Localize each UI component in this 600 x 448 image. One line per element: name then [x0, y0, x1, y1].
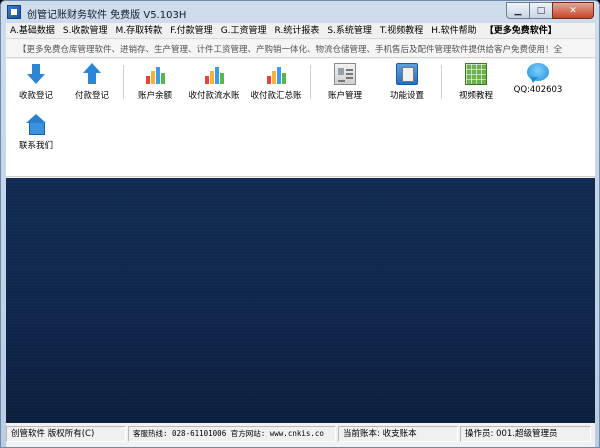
summary-ledger-label: 收付款汇总账	[250, 91, 302, 101]
function-settings-label: 功能设置	[389, 91, 424, 101]
account-management-label: 账户管理	[327, 91, 362, 101]
maximize-button[interactable]: □	[529, 2, 553, 19]
qq-contact-button[interactable]: QQ:402603	[507, 61, 569, 103]
close-button[interactable]: ✕	[552, 2, 594, 19]
receipt-entry-button[interactable]: 收款登记	[8, 61, 64, 103]
bar-chart-icon	[144, 63, 166, 85]
menu-payment[interactable]: F.付款管理	[166, 23, 217, 39]
bar-chart-icon	[203, 63, 225, 85]
menu-deposit-transfer[interactable]: M.存取转款	[111, 23, 166, 39]
status-current-account: 当前账本: 收支账本	[338, 426, 458, 442]
menu-receipt[interactable]: S.收款管理	[59, 23, 112, 39]
mdi-workspace	[6, 178, 595, 423]
app-window: 创管记账财务软件 免费版 V5.103H ▁ □ ✕ A.基础数据 S.收款管理…	[0, 0, 600, 448]
app-logo-icon	[7, 5, 21, 19]
account-balance-label: 账户余额	[137, 91, 172, 101]
payment-entry-label: 付款登记	[74, 91, 109, 101]
menu-salary[interactable]: G.工资管理	[217, 23, 271, 39]
window-controls: ▁ □ ✕	[506, 2, 594, 19]
transaction-ledger-label: 收付款流水账	[188, 91, 240, 101]
menu-more-free-software[interactable]: 【更多免费软件】	[481, 23, 561, 39]
contact-us-label: 联系我们	[18, 141, 53, 151]
spreadsheet-icon	[465, 63, 487, 85]
menu-bar: A.基础数据 S.收款管理 M.存取转款 F.付款管理 G.工资管理 R.统计报…	[6, 23, 595, 39]
window-title: 创管记账财务软件 免费版 V5.103H	[27, 10, 187, 21]
receipt-entry-label: 收款登记	[18, 91, 53, 101]
summary-ledger-button[interactable]: 收付款汇总账	[245, 61, 307, 103]
transaction-ledger-button[interactable]: 收付款流水账	[183, 61, 245, 103]
arrow-down-icon	[25, 63, 47, 85]
home-icon	[25, 113, 47, 135]
client-area: A.基础数据 S.收款管理 M.存取转款 F.付款管理 G.工资管理 R.统计报…	[6, 23, 595, 447]
menu-basic-data[interactable]: A.基础数据	[6, 23, 59, 39]
menu-system[interactable]: S.系统管理	[323, 23, 376, 39]
status-bar: 创管软件 版权所有(C) 客服热线: 028-61101006 官方网站: ww…	[6, 425, 595, 443]
account-management-button[interactable]: 账户管理	[314, 61, 376, 103]
chat-bubble-icon	[527, 63, 549, 83]
menu-reports[interactable]: R.统计报表	[271, 23, 324, 39]
toolbar-separator	[441, 65, 442, 99]
video-tutorial-label: 视频教程	[458, 91, 493, 101]
toolbar-row-1: 收款登记 付款登记 账户余额 收付款流水账 收付款汇总账 账户管理 功能设置 视…	[8, 61, 569, 103]
function-settings-button[interactable]: 功能设置	[376, 61, 438, 103]
menu-video-tutorial[interactable]: T.视频教程	[376, 23, 427, 39]
minimize-button[interactable]: ▁	[506, 2, 530, 19]
toolbar-separator	[123, 65, 124, 99]
status-copyright: 创管软件 版权所有(C)	[6, 426, 126, 442]
toolbar-separator	[310, 65, 311, 99]
settings-doc-icon	[396, 63, 418, 85]
title-bar[interactable]: 创管记账财务软件 免费版 V5.103H ▁ □ ✕	[1, 1, 599, 23]
menu-help[interactable]: H.软件帮助	[427, 23, 480, 39]
bar-chart-icon	[265, 63, 287, 85]
toolbar-row-2: 联系我们	[8, 111, 64, 153]
status-operator: 操作员: 001.超级管理员	[460, 426, 591, 442]
arrow-up-icon	[81, 63, 103, 85]
status-hotline: 客服热线: 028-61101006 官方网站: www.cnkis.co	[128, 426, 336, 442]
payment-entry-button[interactable]: 付款登记	[64, 61, 120, 103]
video-tutorial-button[interactable]: 视频教程	[445, 61, 507, 103]
main-toolbar: 收款登记 付款登记 账户余额 收付款流水账 收付款汇总账 账户管理 功能设置 视…	[6, 59, 595, 177]
marquee-text: 【更多免费仓库管理软件、进销存、生产管理、计件工资管理、产购销一体化、物流仓储管…	[18, 45, 563, 55]
contact-us-button[interactable]: 联系我们	[8, 111, 64, 153]
account-balance-button[interactable]: 账户余额	[127, 61, 183, 103]
qq-contact-label: QQ:402603	[513, 85, 563, 95]
marquee-banner[interactable]: 【更多免费仓库管理软件、进销存、生产管理、计件工资管理、产购销一体化、物流仓储管…	[6, 40, 595, 58]
account-doc-icon	[334, 63, 356, 85]
